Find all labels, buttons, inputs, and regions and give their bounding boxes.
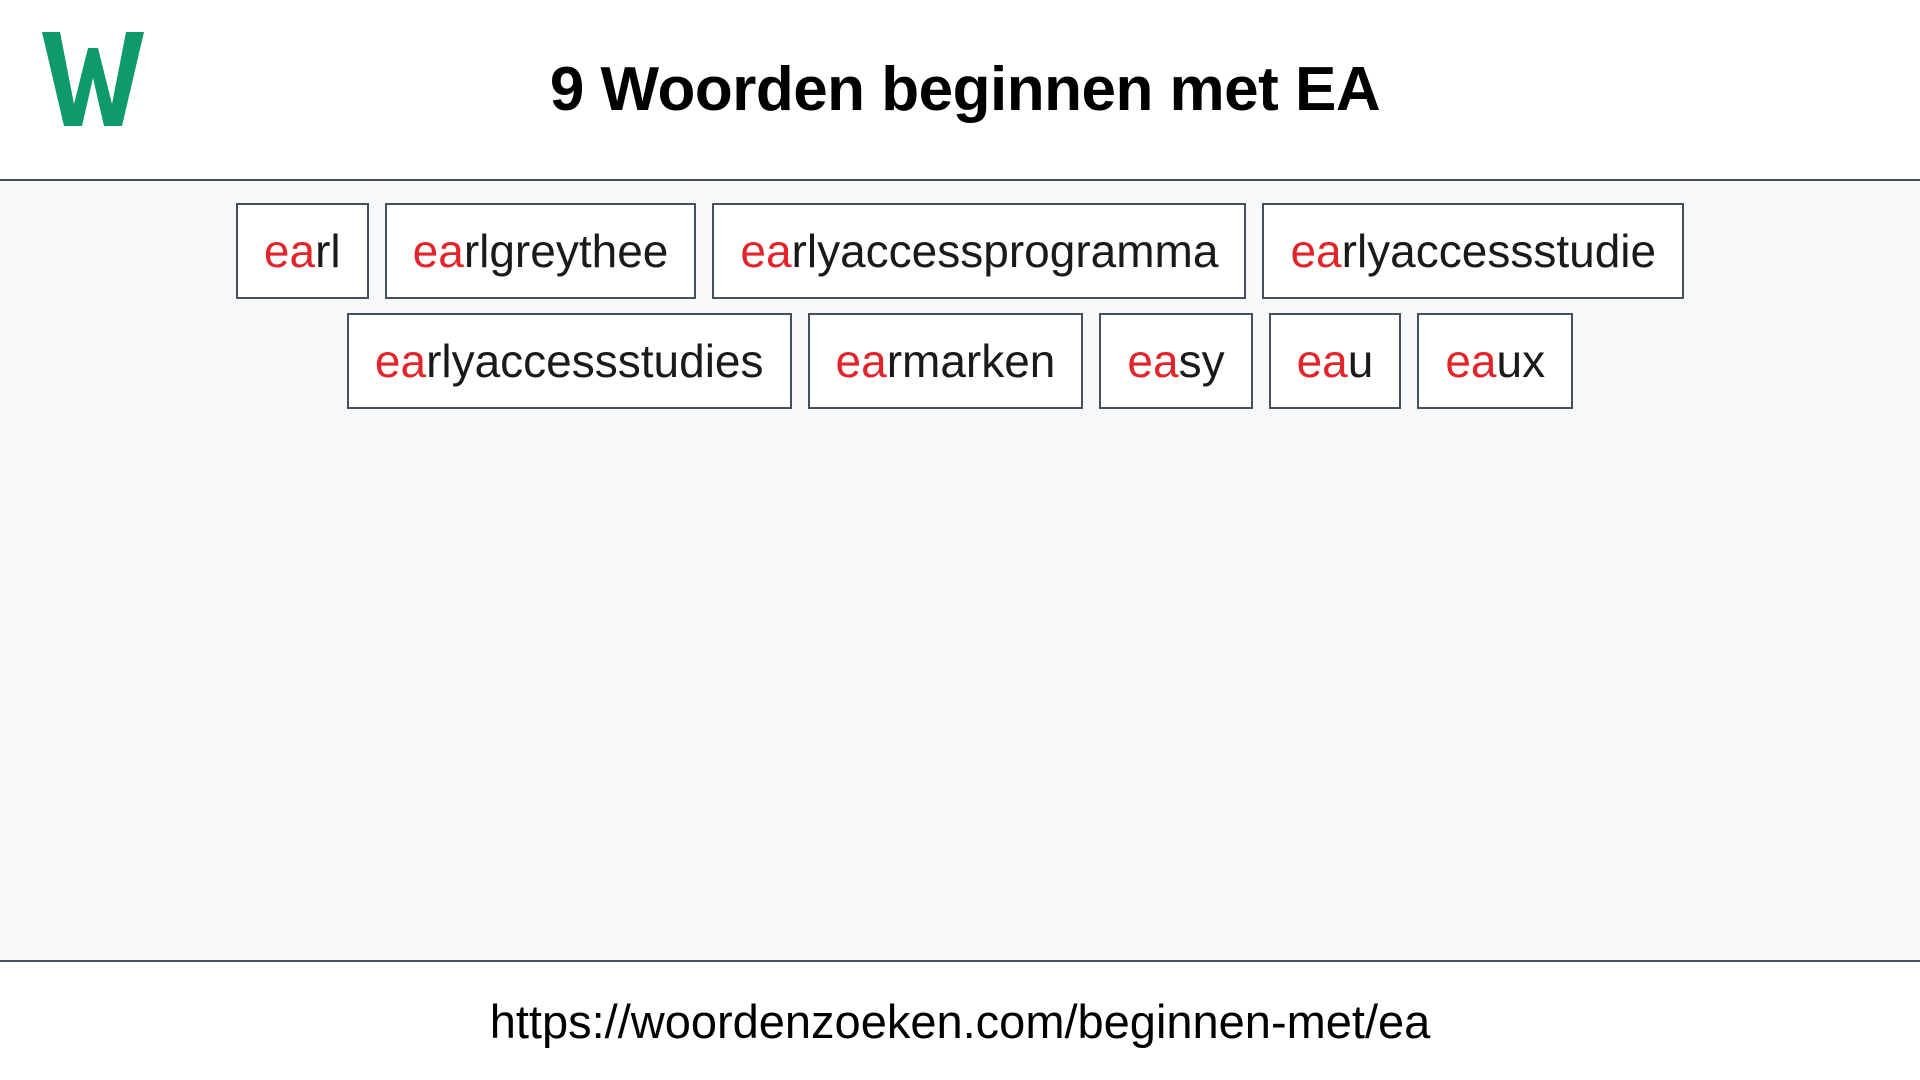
word-prefix: ea [1290, 225, 1342, 277]
word-box[interactable]: ea rlyaccessstudie [1262, 203, 1685, 299]
word-rest: rlyaccessprogramma [791, 225, 1219, 277]
word-prefix: ea [1296, 335, 1348, 387]
word-prefix: ea [374, 335, 427, 387]
woordenzoeken-w-logo-icon[interactable] [36, 26, 148, 130]
word-rest: ux [1496, 335, 1546, 387]
word-box[interactable]: ea rmarken [807, 313, 1084, 409]
page-header: 9 Woorden beginnen met EA [0, 0, 1920, 181]
word-box[interactable]: ea u [1268, 313, 1402, 409]
word-prefix: ea [263, 225, 316, 277]
word-box[interactable]: ea ux [1417, 313, 1574, 409]
word-results-area: ea rl ea rlgreythee ea rlyaccessprogramma e… [0, 181, 1920, 962]
word-box[interactable]: ea rlyaccessstudies [346, 313, 792, 409]
word-rest: rlyaccessstudies [426, 335, 764, 387]
word-rest: rlgreythee [463, 225, 669, 277]
word-box[interactable]: ea sy [1099, 313, 1253, 409]
word-rest: rlyaccessstudie [1341, 225, 1657, 277]
word-rest: rl [315, 225, 341, 277]
word-prefix: ea [1445, 335, 1497, 387]
footer-source-url[interactable]: https://woordenzoeken.com/beginnen-met/e… [490, 998, 1431, 1045]
word-box[interactable]: ea rlgreythee [384, 203, 697, 299]
word-box[interactable]: ea rlyaccessprogramma [712, 203, 1247, 299]
word-prefix: ea [835, 335, 887, 387]
word-box[interactable]: ea rl [235, 203, 369, 299]
word-prefix: ea [412, 225, 464, 277]
page-footer: https://woordenzoeken.com/beginnen-met/e… [0, 962, 1920, 1080]
word-row-2: ea rlyaccessstudies ea rmarken ea sy ea u ea… [10, 313, 1910, 409]
word-rest: sy [1178, 335, 1225, 387]
word-rest: u [1347, 335, 1374, 387]
page-root: 9 Woorden beginnen met EA ea rl ea rlgreyt… [0, 0, 1920, 1080]
word-prefix: ea [1127, 335, 1179, 387]
word-row-1: ea rl ea rlgreythee ea rlyaccessprogramma e… [10, 203, 1910, 299]
word-rest: rmarken [886, 335, 1056, 387]
word-prefix: ea [740, 225, 792, 277]
page-title: 9 Woorden beginnen met EA [549, 54, 1381, 124]
